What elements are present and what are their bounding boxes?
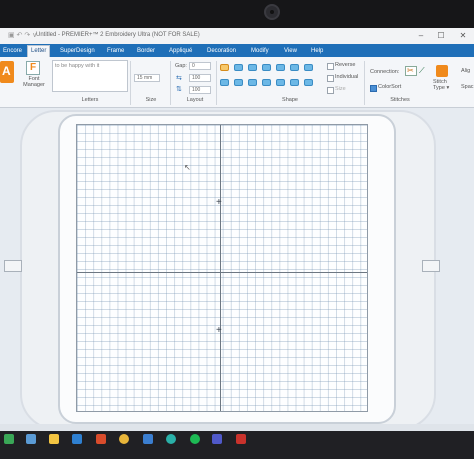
- tab-applique[interactable]: Appliqué: [166, 46, 195, 57]
- stitch-area-grid[interactable]: + + ↖: [76, 124, 368, 412]
- reverse-label: Reverse: [335, 62, 356, 68]
- size-checkbox[interactable]: [327, 87, 334, 94]
- window-title: Untitled - PREMIER+™ 2 Embroidery Ultra …: [36, 32, 200, 38]
- search-icon[interactable]: [4, 434, 14, 444]
- separator: [216, 61, 217, 105]
- individual-checkbox[interactable]: [327, 75, 334, 82]
- size-checkbox-label: Size: [335, 86, 346, 92]
- reverse-checkbox[interactable]: [327, 63, 334, 70]
- title-bar: ▣ ↶ ↷ ∨ Untitled - PREMIER+™ 2 Embroider…: [0, 28, 474, 44]
- design-workspace[interactable]: + + ↖: [0, 108, 474, 431]
- group-label-letters: Letters: [81, 97, 99, 103]
- hoop-clamp-right: [422, 260, 440, 272]
- laptop-bezel: [0, 0, 474, 30]
- mouse-cursor-icon: ↖: [184, 163, 191, 172]
- shape-diamond-icon[interactable]: [234, 79, 243, 86]
- shape-triangle-icon[interactable]: [290, 79, 299, 86]
- font-manager-label[interactable]: Font Manager: [21, 76, 47, 88]
- stitch-type-label[interactable]: Stitch Type ▾: [433, 79, 455, 91]
- close-icon[interactable]: ✕: [456, 30, 470, 41]
- shape-arch-icon[interactable]: [234, 64, 243, 71]
- width-field[interactable]: 100: [189, 74, 211, 82]
- shape-slant-icon[interactable]: [304, 64, 313, 71]
- needle-icon[interactable]: ⟋: [419, 66, 425, 76]
- separator: [364, 61, 365, 105]
- shape-hexagon-icon[interactable]: [262, 79, 271, 86]
- shape-bulge-icon[interactable]: [248, 79, 257, 86]
- letter-big-icon[interactable]: A: [0, 61, 14, 83]
- app-icon[interactable]: [236, 434, 246, 444]
- center-vertical-line: [220, 125, 221, 411]
- colorsort-label: ColorSort: [378, 84, 402, 90]
- tab-modify[interactable]: Modify: [248, 46, 272, 57]
- shape-line-icon[interactable]: [220, 64, 229, 71]
- shape-circle-icon[interactable]: [248, 64, 257, 71]
- tab-help[interactable]: Help: [308, 46, 326, 57]
- individual-label: Individual: [335, 74, 359, 80]
- separator: [170, 61, 171, 105]
- shape-arc-icon[interactable]: [276, 64, 285, 71]
- group-label-layout: Layout: [186, 97, 204, 103]
- gap-label: Gap:: [175, 63, 187, 69]
- connection-icon[interactable]: ✂: [405, 66, 417, 76]
- shape-wave-icon[interactable]: [262, 64, 271, 71]
- edge-icon[interactable]: [166, 434, 176, 444]
- connection-label: Connection:: [370, 69, 400, 75]
- hoop-clamp-left: [4, 260, 22, 272]
- colorsort-checkbox[interactable]: [370, 85, 377, 92]
- align-label[interactable]: Alig: [461, 68, 470, 74]
- spacing-label[interactable]: Spac: [461, 84, 474, 90]
- tab-frame[interactable]: Frame: [104, 46, 127, 57]
- chrome-icon[interactable]: [119, 434, 129, 444]
- tab-view[interactable]: View: [281, 46, 300, 57]
- height-icon: ⇅: [176, 86, 182, 93]
- store-icon[interactable]: [143, 434, 153, 444]
- app-window: ▣ ↶ ↷ ∨ Untitled - PREMIER+™ 2 Embroider…: [0, 28, 474, 431]
- quick-access-toolbar[interactable]: ▣ ↶ ↷ ∨: [8, 31, 37, 39]
- webcam: [264, 4, 280, 20]
- ribbon-tabs: Encore Letter SuperDesign Frame Border A…: [0, 44, 474, 58]
- maximize-icon[interactable]: ☐: [434, 30, 448, 41]
- stitch-type-icon[interactable]: [436, 65, 448, 77]
- mail-icon[interactable]: [72, 434, 82, 444]
- tab-decoration[interactable]: Decoration: [204, 46, 239, 57]
- shape-rect-icon[interactable]: [304, 79, 313, 86]
- size-field[interactable]: 15 mm: [134, 74, 160, 82]
- separator: [130, 61, 131, 105]
- gap-field[interactable]: 0: [189, 62, 211, 70]
- bottom-center-marker: +: [216, 325, 222, 336]
- premier-icon[interactable]: [96, 434, 106, 444]
- shape-bridge-icon[interactable]: [290, 64, 299, 71]
- width-icon: ⇆: [176, 75, 182, 82]
- spotify-icon[interactable]: [190, 434, 200, 444]
- letter-text-input[interactable]: to be happy with it: [52, 60, 128, 92]
- teams-icon[interactable]: [212, 434, 222, 444]
- file-explorer-icon[interactable]: [49, 434, 59, 444]
- shape-box-icon[interactable]: [220, 79, 229, 86]
- top-center-marker: +: [216, 197, 222, 208]
- tab-superdesign[interactable]: SuperDesign: [57, 46, 98, 57]
- horizontal-scrollbar[interactable]: [0, 424, 474, 431]
- tab-encore[interactable]: Encore: [0, 46, 25, 57]
- group-label-stitches: Stitches: [390, 97, 410, 103]
- group-label-shape: Shape: [282, 97, 298, 103]
- tab-border[interactable]: Border: [134, 46, 158, 57]
- height-field[interactable]: 100: [189, 86, 211, 94]
- center-horizontal-line: [77, 272, 367, 273]
- shape-flag-icon[interactable]: [276, 79, 285, 86]
- ribbon: A F Font Manager to be happy with it Let…: [0, 57, 474, 108]
- group-label-size: Size: [145, 97, 157, 103]
- taskview-icon[interactable]: [26, 434, 36, 444]
- font-manager-icon[interactable]: F: [26, 61, 40, 75]
- minimize-icon[interactable]: –: [414, 30, 428, 41]
- taskbar: [0, 431, 474, 459]
